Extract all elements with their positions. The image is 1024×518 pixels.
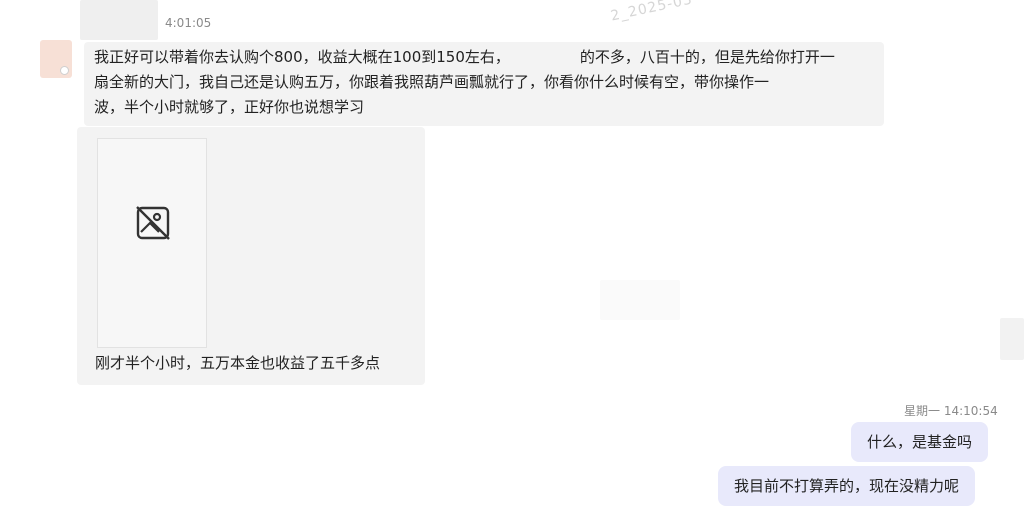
image-placeholder[interactable] <box>97 138 207 348</box>
message-text: 什么，是基金吗 <box>867 433 973 451</box>
incoming-timestamp: 4:01:05 <box>165 16 212 30</box>
image-caption: 刚才半个小时，五万本金也收益了五千多点 <box>95 354 381 372</box>
outgoing-message-bubble[interactable]: 我目前不打算弄的，现在没精力呢 <box>718 466 976 506</box>
status-dot <box>60 66 69 75</box>
message-line: 波，半个小时就够了，正好你也说想学习 <box>94 98 365 116</box>
redacted-block-right <box>1000 318 1024 360</box>
incoming-message-bubble[interactable]: 我正好可以带着你去认购个800，收益大概在100到150左右， 的不多，八百十的，… <box>84 42 884 126</box>
faint-block <box>600 280 680 320</box>
message-line: 的不多，八百十的，但是先给你打开一 <box>579 48 835 66</box>
redacted-name-block <box>80 0 158 40</box>
message-line: 扇全新的大门，我自己还是认购五万，你跟着我照葫芦画瓢就行了，你看你什么时候有空，… <box>94 73 770 91</box>
outgoing-timestamp: 星期一 14:10:54 <box>904 404 998 418</box>
outgoing-message-bubble[interactable]: 什么，是基金吗 <box>851 422 989 462</box>
watermark: 2_2025-03 <box>609 0 695 25</box>
message-line: 我正好可以带着你去认购个800，收益大概在100到150左右， <box>94 48 510 66</box>
broken-image-icon <box>136 206 170 240</box>
message-text: 我目前不打算弄的，现在没精力呢 <box>734 477 960 495</box>
